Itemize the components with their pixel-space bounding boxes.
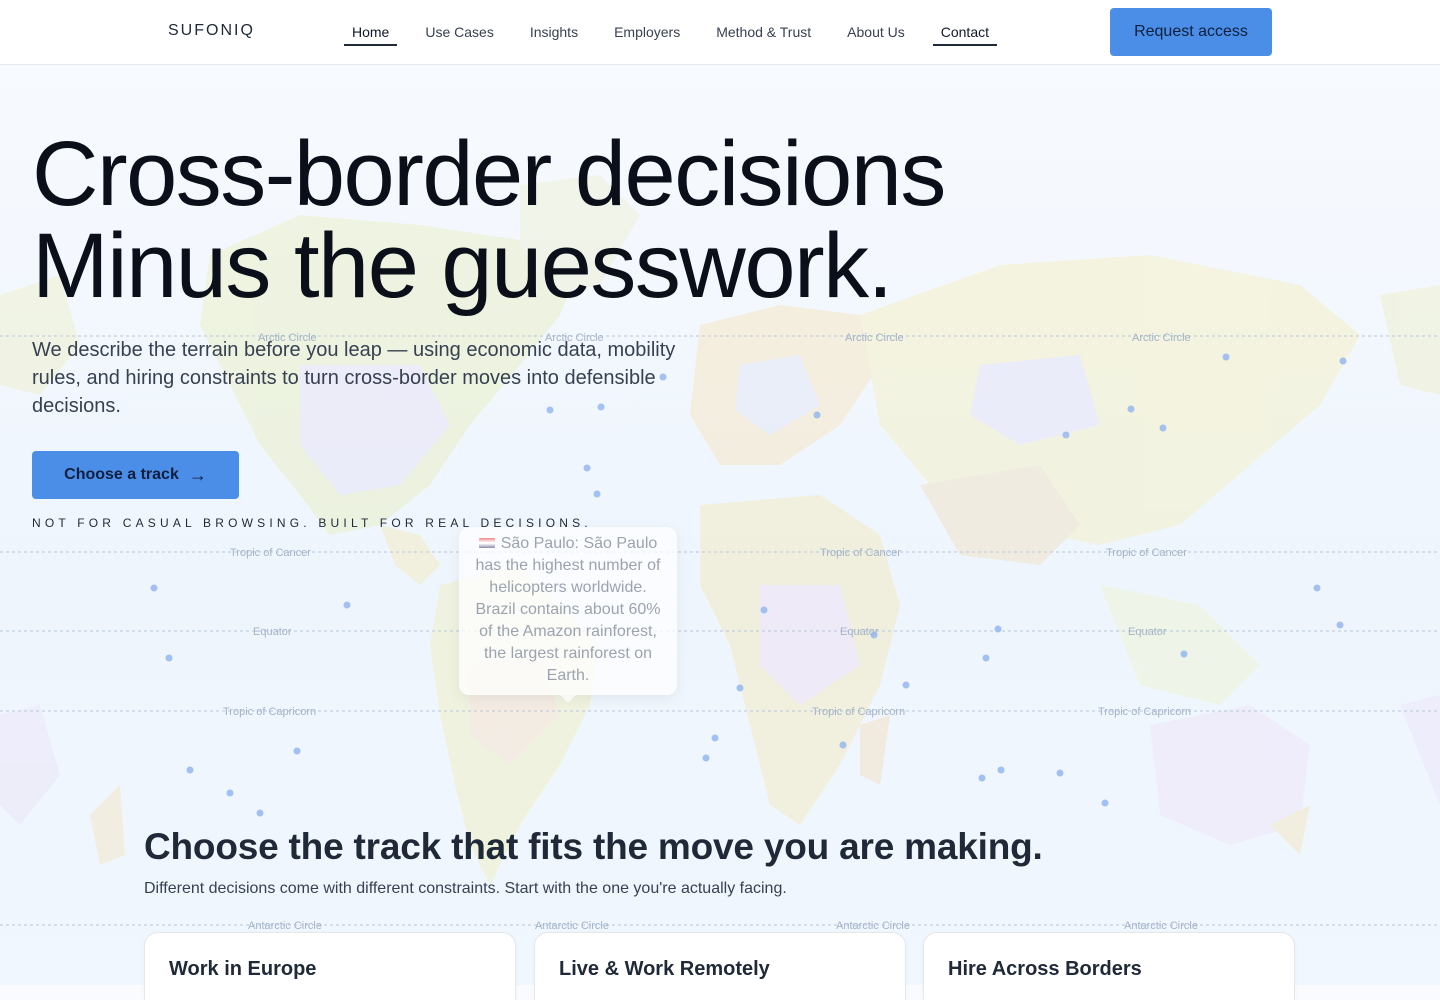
track-card-title: Live & Work Remotely: [559, 958, 770, 980]
arrow-right-icon: →: [188, 464, 207, 485]
antarctic-circle-label: Antarctic Circle: [836, 920, 910, 932]
antarctic-circle-label: Antarctic Circle: [535, 920, 609, 932]
track-card-hire-across-borders[interactable]: Hire Across Borders: [923, 932, 1295, 1000]
hero-subtitle: We describe the terrain before you leap …: [32, 339, 676, 417]
nav-home[interactable]: Home: [343, 0, 398, 46]
tooltip-pointer: [560, 695, 576, 703]
track-card-title: Work in Europe: [169, 958, 317, 980]
arctic-circle-label: Arctic Circle: [845, 332, 904, 344]
antarctic-circle-label: Antarctic Circle: [1124, 920, 1198, 932]
track-card-live-work-remotely[interactable]: Live & Work Remotely: [534, 932, 906, 1000]
choose-track-button[interactable]: Choose a track →: [32, 451, 239, 499]
main-nav: Home Use Cases Insights Employers Method…: [343, 0, 1025, 65]
equator-label: Equator: [253, 626, 292, 638]
request-access-button[interactable]: Request access: [1110, 8, 1272, 56]
tracks-section-subtitle: Different decisions come with different …: [144, 880, 787, 897]
nav-contact[interactable]: Contact: [932, 0, 998, 46]
equator-label: Equator: [1128, 626, 1167, 638]
brazil-flag-icon: [478, 538, 495, 548]
tropic-of-capricorn-label: Tropic of Capricorn: [1098, 706, 1191, 718]
nav-about-us[interactable]: About Us: [847, 0, 905, 46]
brand-logo[interactable]: SUFONIQ: [168, 22, 255, 40]
track-card-title: Hire Across Borders: [948, 958, 1142, 980]
map-fact-tooltip: São Paulo: São Paulo has the highest num…: [459, 527, 677, 695]
tropic-of-cancer-label: Tropic of Cancer: [1106, 547, 1187, 559]
track-card-work-in-europe[interactable]: Work in Europe: [144, 932, 516, 1000]
nav-method-trust[interactable]: Method & Trust: [716, 0, 811, 46]
nav-use-cases[interactable]: Use Cases: [425, 0, 493, 46]
hero-title-line-2: Minus the guesswork.: [32, 215, 893, 317]
tropic-of-capricorn-label: Tropic of Capricorn: [223, 706, 316, 718]
tropic-of-cancer-label: Tropic of Cancer: [230, 547, 311, 559]
tracks-section-title: Choose the track that fits the move you …: [144, 826, 1043, 867]
arctic-circle-label: Arctic Circle: [1132, 332, 1191, 344]
hero-title: Cross-border decisions Minus the guesswo…: [32, 123, 946, 317]
nav-employers[interactable]: Employers: [614, 0, 680, 46]
antarctic-circle-label: Antarctic Circle: [248, 920, 322, 932]
tropic-of-capricorn-label: Tropic of Capricorn: [812, 706, 905, 718]
hero-title-line-1: Cross-border decisions: [32, 123, 946, 225]
choose-track-label: Choose a track: [64, 466, 179, 483]
top-navigation-bar: SUFONIQ Home Use Cases Insights Employer…: [0, 0, 1440, 65]
tropic-of-cancer-label: Tropic of Cancer: [820, 547, 901, 559]
tooltip-text: São Paulo: São Paulo has the highest num…: [475, 535, 661, 684]
nav-insights[interactable]: Insights: [530, 0, 578, 46]
